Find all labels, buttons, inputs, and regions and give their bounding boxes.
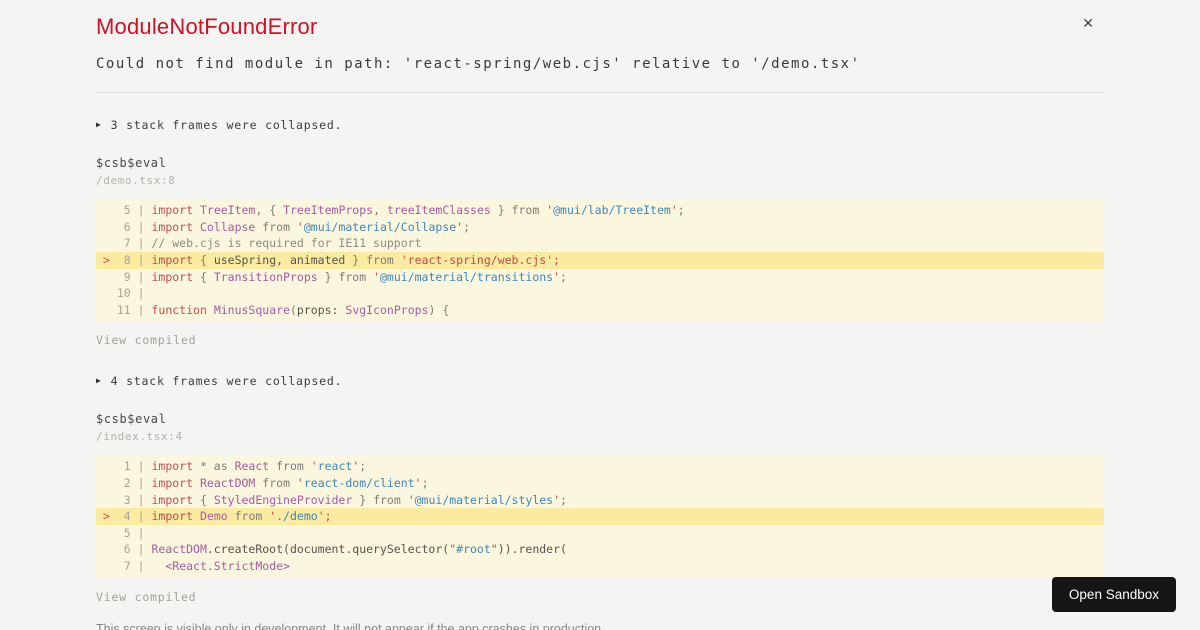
code-line: 11 | function MinusSquare(props: SvgIcon… bbox=[109, 302, 450, 317]
collapsed-note-label: 3 stack frames were collapsed. bbox=[110, 118, 343, 133]
collapse-arrow-icon: ▶ bbox=[96, 376, 102, 386]
stack-section: ▶ 3 stack frames were collapsed. $csb$ev… bbox=[96, 118, 1104, 349]
code-frame: 5 | import TreeItem, { TreeItemProps, tr… bbox=[96, 199, 1104, 322]
code-line: 7 | // web.cjs is required for IE11 supp… bbox=[109, 236, 422, 251]
code-line: 10 | bbox=[109, 286, 152, 301]
error-title: ModuleNotFoundError bbox=[96, 14, 318, 39]
collapse-toggle[interactable]: ▶ 3 stack frames were collapsed. bbox=[96, 118, 1104, 132]
collapsed-note-label: 4 stack frames were collapsed. bbox=[110, 374, 343, 389]
stack-frame-location: /index.tsx:4 bbox=[96, 430, 183, 444]
code-line: 7 | <React.StrictMode> bbox=[109, 559, 290, 574]
view-compiled-link[interactable]: View compiled bbox=[96, 333, 196, 347]
close-icon: ✕ bbox=[1082, 15, 1094, 31]
code-line: 9 | import { TransitionProps } from '@mu… bbox=[109, 269, 567, 284]
header-divider bbox=[96, 92, 1104, 94]
close-button[interactable]: ✕ bbox=[1080, 14, 1096, 32]
footer-note: This screen is visible only in developme… bbox=[96, 621, 605, 630]
code-line: 3 | import { StyledEngineProvider } from… bbox=[109, 492, 567, 507]
footer-notes: This screen is visible only in developme… bbox=[96, 621, 1104, 630]
code-line: 2 | import ReactDOM from 'react-dom/clie… bbox=[109, 476, 429, 491]
stack-frame-function: $csb$eval bbox=[96, 156, 167, 171]
code-line: 6 | import Collapse from '@mui/material/… bbox=[109, 219, 471, 234]
stack-frame-function: $csb$eval bbox=[96, 412, 167, 427]
code-line: > 4 | import Demo from './demo'; bbox=[96, 508, 1104, 525]
stack-frame-location: /demo.tsx:8 bbox=[96, 174, 176, 188]
code-line: 5 | bbox=[109, 525, 152, 540]
code-line: 6 | ReactDOM.createRoot(document.querySe… bbox=[109, 542, 567, 557]
code-frame: 1 | import * as React from 'react'; 2 | … bbox=[96, 455, 1104, 578]
stack-section: ▶ 4 stack frames were collapsed. $csb$ev… bbox=[96, 374, 1104, 605]
code-line: 5 | import TreeItem, { TreeItemProps, tr… bbox=[109, 203, 685, 218]
error-message: Could not find module in path: 'react-sp… bbox=[96, 56, 861, 73]
open-sandbox-button[interactable]: Open Sandbox bbox=[1051, 577, 1176, 612]
view-compiled-link[interactable]: View compiled bbox=[96, 590, 196, 604]
error-overlay: ✕ ModuleNotFoundError Could not find mod… bbox=[0, 0, 1200, 630]
code-line: 1 | import * as React from 'react'; bbox=[109, 459, 367, 474]
collapse-arrow-icon: ▶ bbox=[96, 120, 102, 130]
collapse-toggle[interactable]: ▶ 4 stack frames were collapsed. bbox=[96, 374, 1104, 388]
code-line: > 8 | import { useSpring, animated } fro… bbox=[96, 252, 1104, 269]
